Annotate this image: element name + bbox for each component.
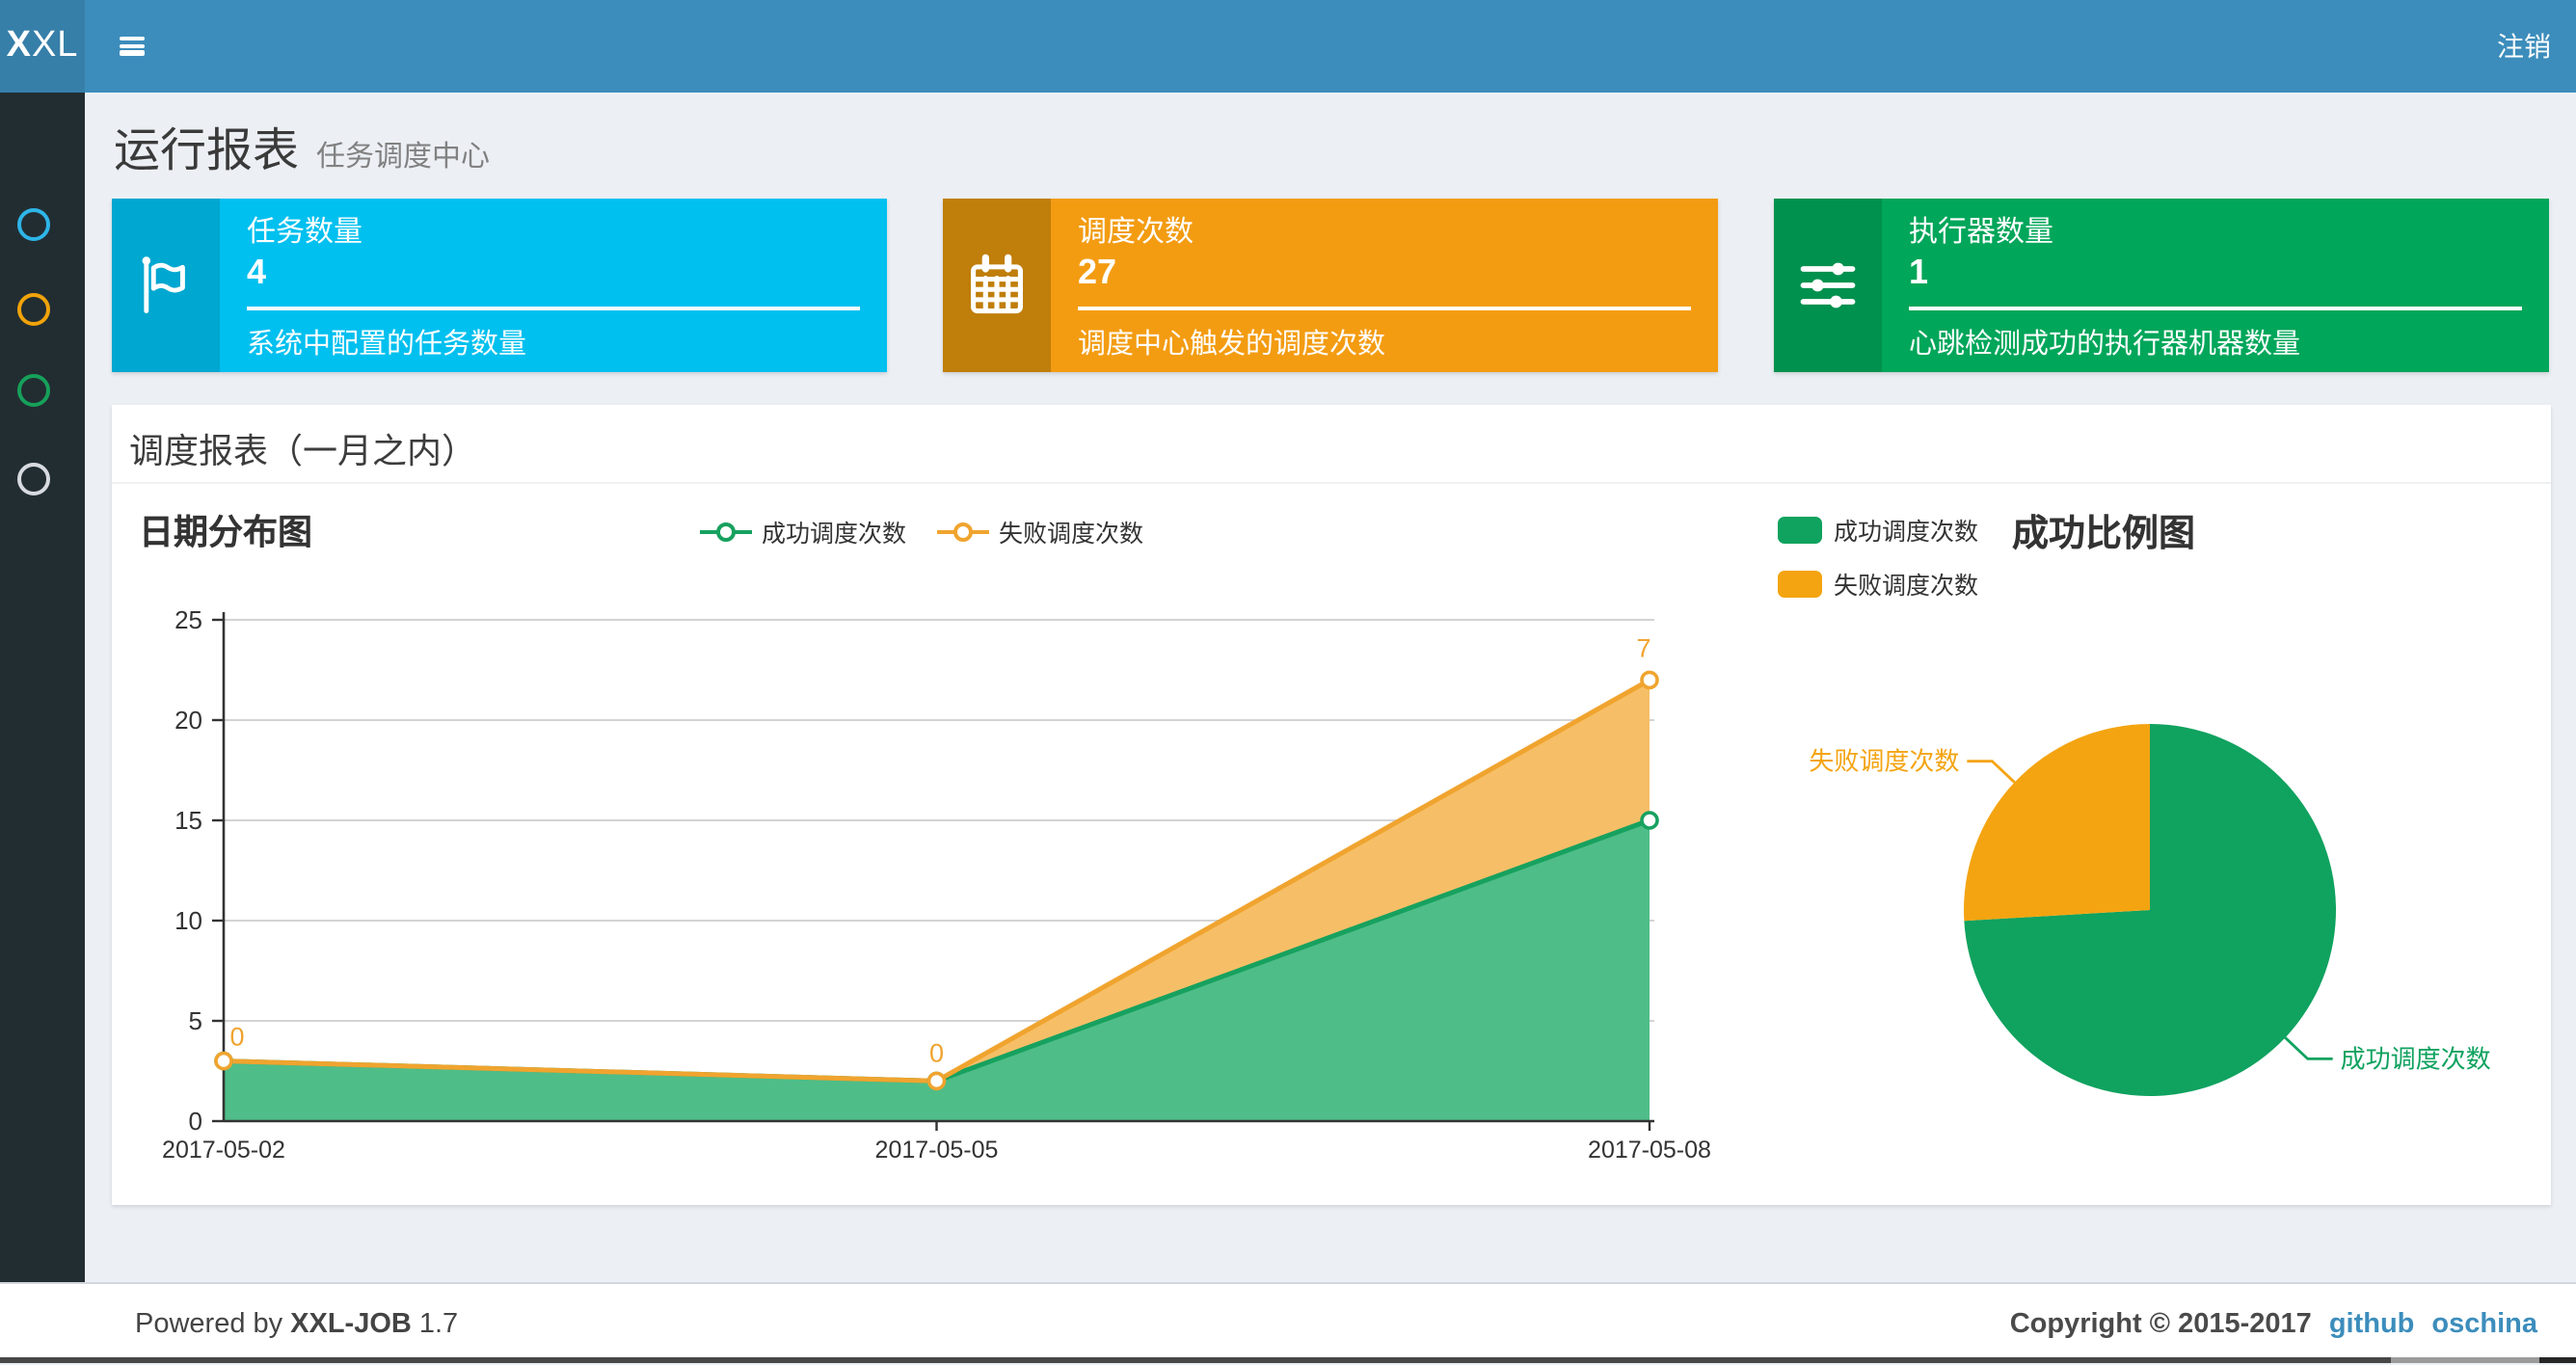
- info-box-description: 系统中配置的任务数量: [247, 330, 526, 361]
- sidebar-item-4-circle-icon[interactable]: [17, 462, 50, 495]
- oschina-link[interactable]: oschina: [2431, 1309, 2537, 1340]
- sidebar-toggle-button[interactable]: [93, 0, 170, 92]
- legend-label: 成功调度次数: [762, 521, 907, 548]
- svg-text:2017-05-02: 2017-05-02: [162, 1137, 285, 1164]
- logo-text-bold: X: [6, 24, 32, 66]
- legend-label: 失败调度次数: [1834, 573, 1979, 600]
- svg-text:10: 10: [174, 906, 202, 935]
- line-circle-marker-icon: [700, 522, 752, 541]
- svg-text:0: 0: [189, 1107, 202, 1136]
- svg-text:25: 25: [174, 605, 202, 634]
- line-chart-title: 日期分布图: [139, 513, 312, 551]
- info-box-progress-bar: [247, 307, 860, 310]
- info-box-trigger-count: 调度次数 27 调度中心触发的调度次数: [943, 199, 1718, 372]
- flag-icon: [112, 199, 220, 372]
- info-box-progress-bar: [1078, 307, 1691, 310]
- info-box-label: 任务数量: [247, 216, 363, 249]
- svg-text:15: 15: [174, 806, 202, 835]
- powered-prefix: Powered by: [135, 1309, 283, 1340]
- powered-by: Powered by XXL-JOB 1.7: [135, 1284, 458, 1365]
- report-panel: 调度报表（一月之内） 0 5 10 15 20 25 2017-05-02 2017-05-0…: [112, 405, 2551, 1205]
- bottom-edge-corner: [2539, 1356, 2576, 1363]
- product-version: 1.7: [418, 1309, 459, 1340]
- line-circle-marker-icon: [937, 522, 990, 541]
- logout-label: 注销: [2497, 30, 2551, 62]
- sidebar-item-1-circle-icon[interactable]: [17, 207, 50, 240]
- svg-text:成功调度次数: 成功调度次数: [2341, 1044, 2491, 1073]
- charts-canvas[interactable]: 05101520252017-05-02 2017-05-05 2017-05-08…: [112, 484, 2551, 1205]
- info-box-executor-count: 执行器数量 1 心跳检测成功的执行器机器数量: [1774, 199, 2549, 372]
- sidebar-item-2-circle-icon[interactable]: [17, 292, 50, 325]
- report-panel-title: 调度报表（一月之内）: [129, 432, 476, 470]
- pie-chart-title: 成功比例图: [2011, 515, 2195, 555]
- info-box-label: 执行器数量: [1909, 216, 2054, 249]
- app-logo[interactable]: X XL: [0, 0, 85, 92]
- app-root: X XL 注销 运行报表 任务调度中心 任务数量 4 系统中配置的任务数量 调度…: [0, 0, 2576, 1363]
- info-box-progress-bar: [1909, 307, 2522, 310]
- svg-text:5: 5: [189, 1006, 202, 1035]
- logout-link[interactable]: 注销: [2497, 0, 2551, 92]
- content-header: 运行报表 任务调度中心: [114, 112, 490, 179]
- legend-item-fail[interactable]: 失败调度次数: [1778, 565, 1978, 602]
- main-footer: Powered by XXL-JOB 1.7 Copyright © 2015-…: [0, 1282, 2576, 1363]
- footer-right: Copyright © 2015-2017 github oschina: [2010, 1284, 2537, 1365]
- page-title: 运行报表: [114, 125, 299, 177]
- hamburger-icon: [119, 34, 144, 59]
- sidebar-item-3-circle-icon[interactable]: [17, 374, 50, 407]
- legend-item-success[interactable]: 成功调度次数: [1778, 511, 1978, 548]
- svg-text:0: 0: [929, 1038, 944, 1067]
- pie-chart-legend: 成功调度次数 失败调度次数: [1778, 511, 1978, 619]
- svg-text:7: 7: [1636, 633, 1650, 662]
- copyright: Copyright © 2015-2017: [2009, 1309, 2312, 1340]
- svg-text:失败调度次数: 失败调度次数: [1809, 747, 1959, 776]
- calendar-icon: [943, 199, 1051, 372]
- info-box-value: 4: [247, 253, 267, 291]
- legend-item-fail[interactable]: 失败调度次数: [937, 513, 1143, 549]
- top-navbar: X XL 注销: [0, 0, 2576, 92]
- bottom-edge: [0, 1356, 2391, 1363]
- horizontal-scrollbar-thumb[interactable]: [2391, 1356, 2539, 1363]
- info-box-job-count: 任务数量 4 系统中配置的任务数量: [112, 199, 887, 372]
- info-box-value: 1: [1909, 253, 1929, 291]
- line-chart-legend: 成功调度次数 失败调度次数: [700, 513, 1143, 549]
- github-link[interactable]: github: [2329, 1309, 2415, 1340]
- svg-text:20: 20: [174, 706, 202, 735]
- legend-label: 失败调度次数: [999, 521, 1144, 548]
- sliders-icon: [1774, 199, 1882, 372]
- report-panel-header: 调度报表（一月之内）: [112, 405, 2551, 484]
- legend-item-success[interactable]: 成功调度次数: [700, 513, 906, 549]
- product-name: XXL-JOB: [290, 1309, 412, 1340]
- svg-text:2017-05-08: 2017-05-08: [1588, 1137, 1711, 1164]
- info-box-label: 调度次数: [1078, 216, 1194, 249]
- legend-swatch-icon: [1778, 570, 1822, 597]
- info-box-description: 心跳检测成功的执行器机器数量: [1909, 330, 2300, 361]
- info-box-value: 27: [1078, 253, 1117, 291]
- svg-text:0: 0: [229, 1023, 244, 1052]
- sidebar: [0, 92, 85, 1363]
- legend-swatch-icon: [1778, 516, 1822, 543]
- logo-text: XL: [31, 24, 79, 66]
- svg-text:2017-05-05: 2017-05-05: [875, 1137, 999, 1164]
- page-subtitle: 任务调度中心: [316, 141, 491, 174]
- info-box-description: 调度中心触发的调度次数: [1078, 330, 1385, 361]
